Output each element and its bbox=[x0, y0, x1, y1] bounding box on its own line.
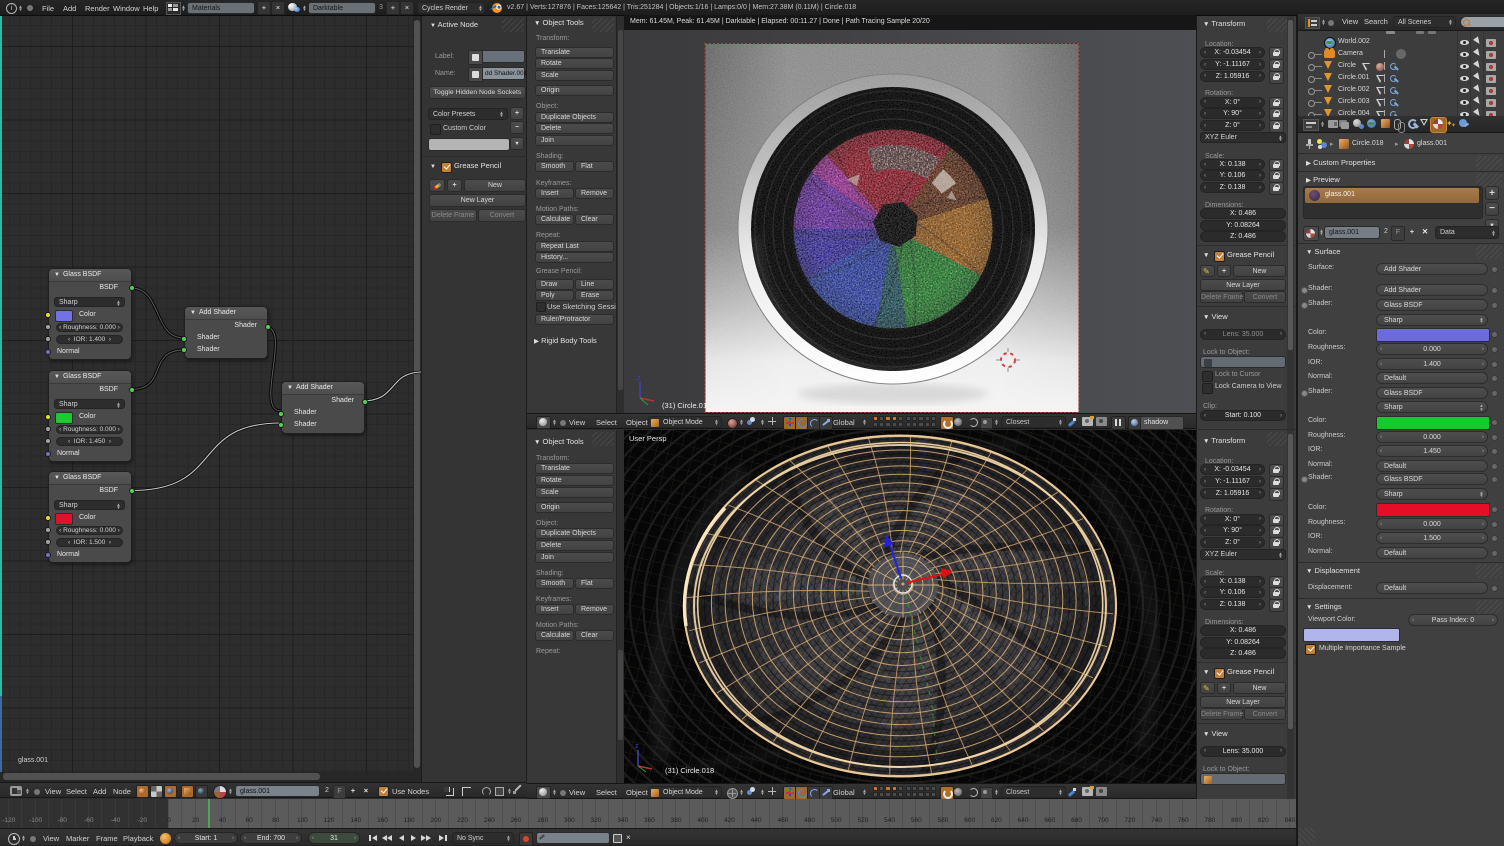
svg-text:z: z bbox=[637, 375, 641, 382]
svg-text:(31) Circle.018: (31) Circle.018 bbox=[665, 766, 714, 775]
svg-text:z: z bbox=[635, 743, 639, 750]
svg-text:User Persp: User Persp bbox=[629, 434, 667, 443]
svg-text:(31) Circle.018: (31) Circle.018 bbox=[662, 401, 711, 410]
